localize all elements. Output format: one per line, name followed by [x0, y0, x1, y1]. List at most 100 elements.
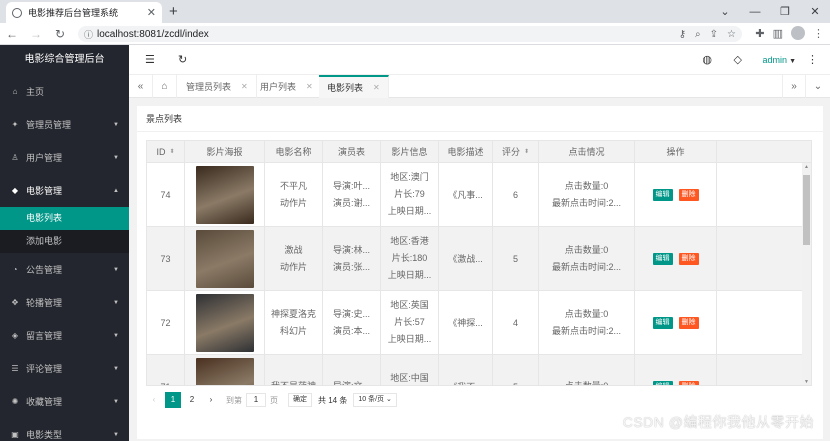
desc-value: 《我不... — [448, 380, 483, 385]
caret-down-icon: ▼ — [789, 58, 796, 65]
more-options-icon[interactable]: ⋮ — [807, 53, 818, 66]
next-page-button[interactable]: › — [203, 392, 219, 408]
star-icon[interactable]: ☆ — [727, 29, 736, 40]
key-icon[interactable]: ⚷ — [679, 29, 686, 40]
id-cell: 74 — [147, 163, 185, 226]
goto-page-input[interactable]: 1 — [246, 393, 266, 407]
column-header: 点击情况 — [539, 141, 635, 162]
edit-button[interactable]: 编辑 — [652, 252, 673, 265]
delete-button[interactable]: 删除 — [678, 252, 699, 265]
cell-line: 我不是药神 — [270, 381, 316, 386]
sidebar-item[interactable]: ✺ 收藏管理 ▼ — [0, 385, 129, 418]
table-row: 71 我不是药神 导演:文... 地区:中国片长:280 《我不... 5 点击数量:0 编辑… — [147, 355, 811, 386]
desc-value: 《凡事... — [448, 190, 483, 200]
prev-page-button[interactable]: ‹ — [146, 392, 162, 408]
sidebar-item[interactable]: ◔ 公告管理 ▼ — [0, 253, 129, 286]
confirm-button[interactable]: 确定 — [288, 393, 312, 407]
address-bar[interactable]: ⓘ localhost:8081/zcdl/index ⚷ ⌕ ⇪ ☆ — [78, 26, 742, 42]
desc-cell: 《神探... — [439, 291, 493, 354]
more-menu-icon[interactable]: ⋮ — [813, 27, 824, 40]
poster-cell — [185, 163, 265, 226]
info-icon[interactable]: ⓘ — [84, 28, 93, 41]
sidebar-item[interactable]: ☰ 评论管理 ▼ — [0, 352, 129, 385]
tab-movie-list[interactable]: 电影列表 ✕ — [319, 75, 389, 98]
sidebar-subitem[interactable]: 添加电影 — [0, 230, 129, 253]
sidebar-item-label: 轮播管理 — [26, 298, 63, 308]
sidebar-item[interactable]: ⌂ 主页 — [0, 75, 129, 108]
cell-line: 地区:英国 — [390, 300, 429, 310]
actions-cell: 编辑 删除 — [635, 163, 717, 226]
cell-line: 演员:本... — [332, 325, 370, 336]
cell-line: 最新点击时间:2... — [551, 197, 621, 208]
share-icon[interactable]: ⇪ — [710, 29, 718, 40]
browser-tab[interactable]: 电影推荐后台管理系统 ✕ — [6, 2, 162, 23]
page-button-1[interactable]: 1 — [165, 392, 181, 408]
sidebar-item[interactable]: ▣ 电影类型 ▼ — [0, 418, 129, 441]
caret-down-icon: ▼ — [113, 154, 119, 161]
window-controls: ⌄ — ❐ ✕ — [710, 0, 830, 23]
cell-line: 最新点击时间:2... — [551, 325, 621, 336]
column-header-label: 操作 — [666, 147, 685, 157]
chevron-down-icon[interactable]: ⌄ — [710, 0, 740, 23]
tabs-scroll-left-icon[interactable]: « — [129, 75, 153, 98]
page-size-select[interactable]: 10 条/页 ⌄ — [353, 393, 397, 407]
back-icon[interactable]: ← — [0, 27, 24, 41]
user-icon: ♙ — [11, 153, 19, 162]
column-header: 操作 — [635, 141, 717, 162]
edit-button[interactable]: 编辑 — [652, 316, 673, 329]
new-tab-button[interactable]: + — [169, 3, 178, 20]
sidebar-item[interactable]: ◈ 留言管理 ▼ — [0, 319, 129, 352]
zoom-icon[interactable]: ⌕ — [695, 29, 701, 40]
scroll-down-icon[interactable]: ▼ — [802, 378, 811, 385]
info-cell: 地区:澳门 片长:79 上映日期... — [381, 163, 439, 226]
scroll-thumb[interactable] — [803, 175, 810, 245]
sort-icon[interactable]: ⬍ — [169, 148, 174, 155]
close-tab-icon[interactable]: ✕ — [147, 6, 156, 19]
sidebar-item[interactable]: ✥ 轮播管理 ▼ — [0, 286, 129, 319]
cell-line: 点击数量:0 — [564, 244, 609, 255]
column-header[interactable]: 评分 ⬍ — [493, 141, 539, 162]
close-icon[interactable]: ✕ — [241, 82, 248, 91]
browser-toolbar: ← → ↻ ⓘ localhost:8081/zcdl/index ⚷ ⌕ ⇪ … — [0, 23, 830, 45]
sidebar-item-label: 电影管理 — [26, 186, 63, 196]
sidebar-item[interactable]: ✦ 管理员管理 ▼ — [0, 108, 129, 141]
menu-toggle-icon[interactable]: ☰ — [145, 53, 155, 66]
page-button-2[interactable]: 2 — [184, 392, 200, 408]
close-icon[interactable]: ✕ — [306, 82, 313, 91]
desc-value: 《神探... — [448, 318, 483, 328]
edit-button[interactable]: 编辑 — [652, 380, 673, 385]
delete-button[interactable]: 删除 — [678, 188, 699, 201]
desc-cell: 《凡事... — [439, 163, 493, 226]
sort-icon[interactable]: ⬍ — [524, 148, 529, 155]
column-header-label: 点击情况 — [568, 147, 605, 157]
minimize-icon[interactable]: — — [740, 0, 770, 23]
profile-avatar-icon[interactable] — [791, 26, 805, 40]
delete-button[interactable]: 删除 — [678, 316, 699, 329]
scroll-up-icon[interactable]: ▲ — [802, 163, 811, 172]
delete-button[interactable]: 删除 — [678, 380, 699, 385]
column-header[interactable]: ID ⬍ — [147, 141, 185, 162]
refresh-icon[interactable]: ↻ — [178, 53, 187, 66]
tabs-dropdown-icon[interactable]: ⌄ — [806, 75, 830, 98]
theme-icon[interactable]: ◍ — [702, 53, 712, 66]
extensions-icon[interactable]: ✚ — [755, 27, 764, 40]
table-scrollbar[interactable]: ▲ ▼ — [802, 163, 811, 385]
cell-line: 演员:谢... — [332, 197, 370, 208]
user-menu[interactable]: admin ▼ — [763, 55, 796, 65]
sidebar-panel-icon[interactable]: ▥ — [773, 27, 783, 40]
sidebar-item[interactable]: ◆ 电影管理 ▲ — [0, 174, 129, 207]
reload-icon[interactable]: ↻ — [48, 27, 72, 41]
home-tab-icon[interactable]: ⌂ — [153, 75, 177, 98]
tag-icon[interactable]: ◇ — [734, 53, 742, 66]
column-header-label: 电影名称 — [275, 147, 312, 157]
edit-button[interactable]: 编辑 — [652, 188, 673, 201]
restore-icon[interactable]: ❐ — [770, 0, 800, 23]
forward-icon[interactable]: → — [24, 27, 48, 41]
sidebar-item[interactable]: ♙ 用户管理 ▼ — [0, 141, 129, 174]
tabs-scroll-right-icon[interactable]: » — [782, 75, 806, 98]
close-icon[interactable]: ✕ — [373, 83, 380, 92]
tab-user-list[interactable]: 用户列表 ✕ — [252, 75, 322, 98]
close-window-icon[interactable]: ✕ — [800, 0, 830, 23]
sidebar-subitem[interactable]: 电影列表 — [0, 207, 129, 230]
tab-admin-list[interactable]: 管理员列表 ✕ — [178, 75, 257, 98]
